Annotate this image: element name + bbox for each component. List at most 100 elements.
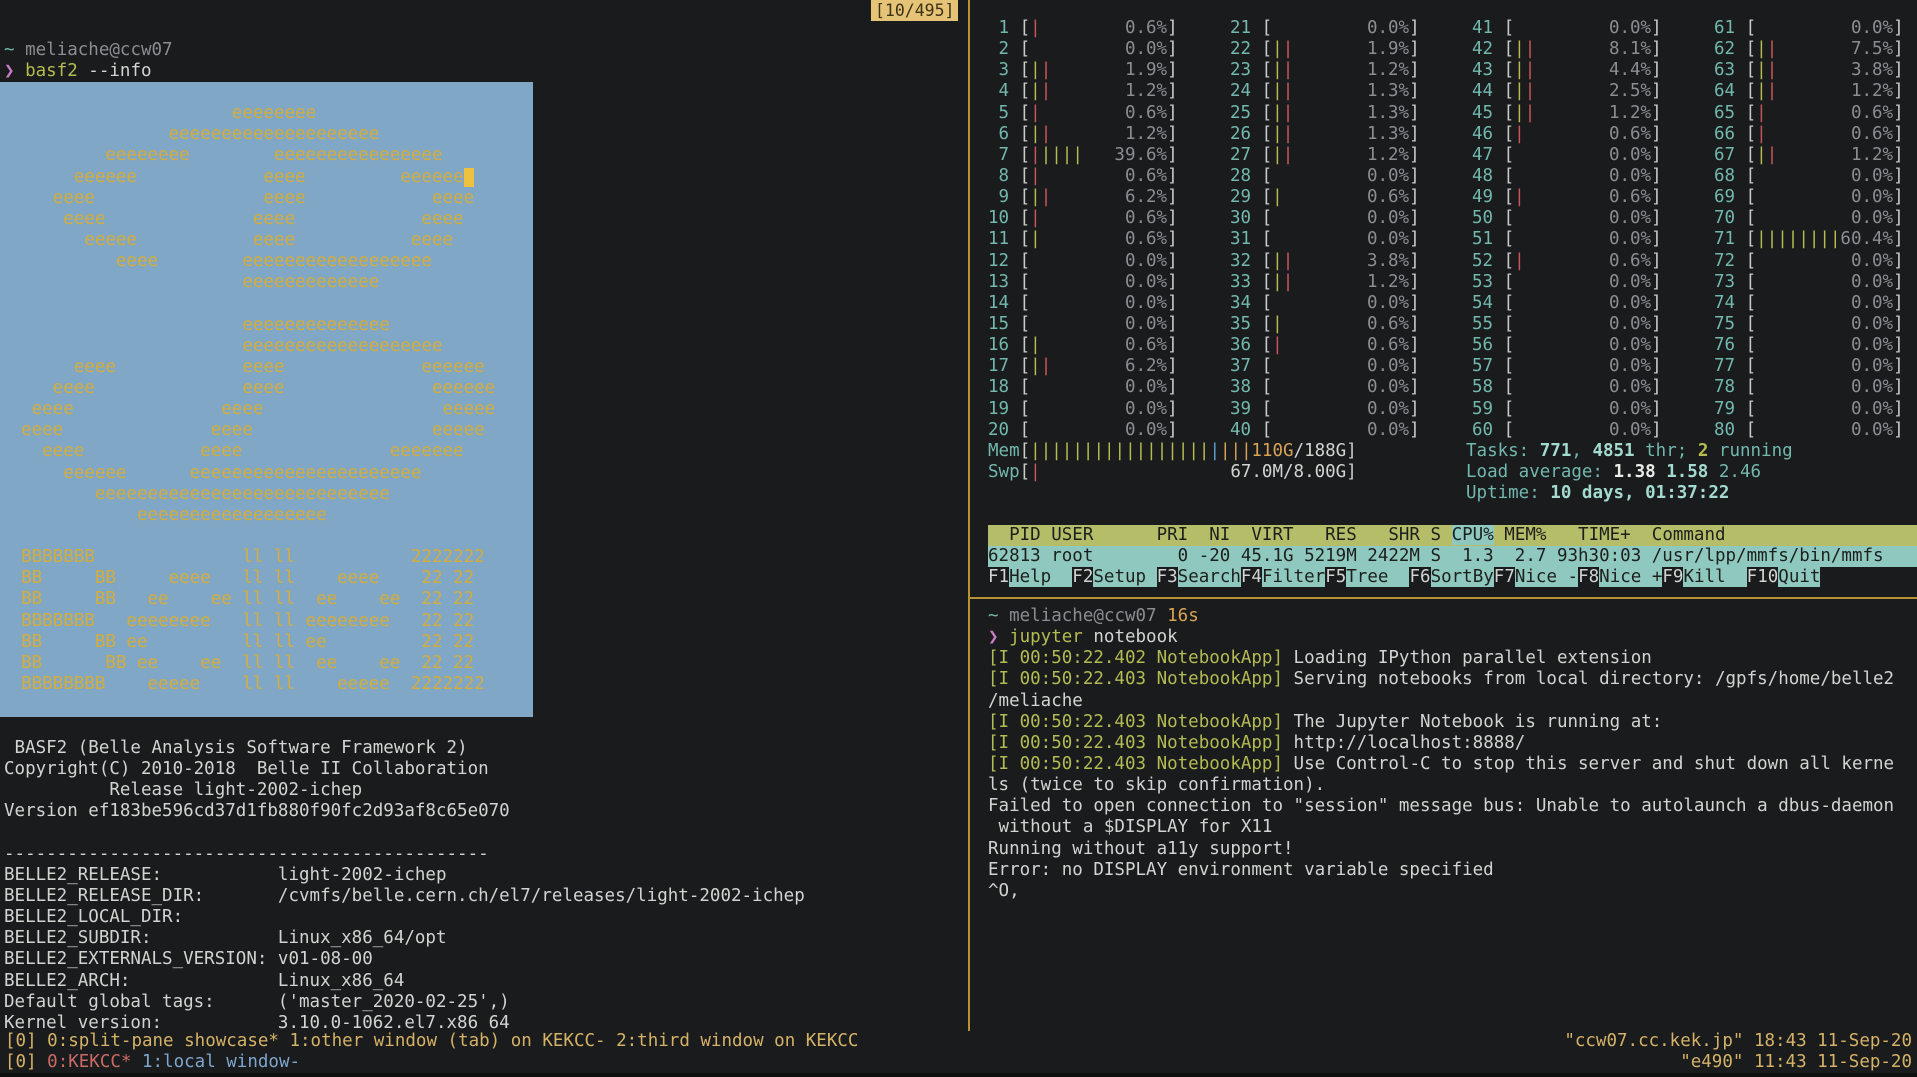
cpu-meter-row: 1 [|0.6%]21 [0.0%]41 [0.0%]61 [0.0%] [988, 18, 1917, 39]
fkey-f2[interactable]: F2Setup [1072, 567, 1156, 587]
cpu-percent: 0.6% [1609, 187, 1651, 208]
cpu-percent: 0.0% [1125, 293, 1167, 314]
cpu-percent: 1.2% [1125, 124, 1167, 145]
fkey-f4[interactable]: F4Filter [1241, 567, 1325, 587]
logo-line: BB BB eeee ll ll eeee 22 22 [0, 568, 533, 589]
pane-basf2[interactable]: ~ meliache@ccw07 ❯ basf2 --info [4, 40, 962, 82]
shell-command-basf2: ❯ basf2 --info [4, 61, 962, 82]
cpu-id: 9 [988, 187, 1009, 208]
info-line: BELLE2_ARCH: Linux_x86_64 [4, 971, 962, 992]
fkey-f5[interactable]: F5Tree [1325, 567, 1409, 587]
cpu-meter-row: 7 [|||||39.6%]27 [||1.2%]47 [0.0%]67 [||… [988, 145, 1917, 166]
cpu-meter: 30 [0.0%] [1230, 208, 1420, 229]
cpu-meter-row: 16 [|0.6%]36 [|0.6%]56 [0.0%]76 [0.0%] [988, 335, 1917, 356]
log-line: Failed to open connection to "session" m… [988, 796, 1917, 817]
swap-value: 67.0M/8.00G [1230, 462, 1346, 482]
cpu-id: 25 [1230, 103, 1251, 124]
cpu-meter-row: 14 [0.0%]34 [0.0%]54 [0.0%]74 [0.0%] [988, 293, 1917, 314]
cpu-meter: 37 [0.0%] [1230, 356, 1420, 377]
cpu-id: 77 [1714, 356, 1735, 377]
tmux-window-list-outer: [0] 0:split-pane showcase* 1:other windo… [5, 1031, 858, 1052]
info-line: BELLE2_RELEASE_DIR: /cvmfs/belle.cern.ch… [4, 886, 962, 907]
tmux-window-item[interactable]: 0:KEKCC* [47, 1052, 131, 1072]
cpu-id: 1 [988, 18, 1009, 39]
fkey-f7[interactable]: F7Nice - [1494, 567, 1578, 587]
fkey-f9[interactable]: F9Kill [1662, 567, 1746, 587]
cpu-meter-row: 20 [0.0%]40 [0.0%]60 [0.0%]80 [0.0%] [988, 420, 1917, 441]
fkey-f3[interactable]: F3Search [1157, 567, 1241, 587]
cpu-meter: 11 [|0.6%] [988, 229, 1178, 250]
cpu-percent: 6.2% [1125, 187, 1167, 208]
cpu-meter: 9 [||6.2%] [988, 187, 1178, 208]
cpu-percent: 0.0% [1125, 420, 1167, 441]
cpu-meter: 22 [||1.9%] [1230, 39, 1420, 60]
cpu-percent: 0.0% [1609, 377, 1651, 398]
cpu-percent: 0.0% [1609, 356, 1651, 377]
sort-column-cpu[interactable]: CPU% [1452, 525, 1494, 545]
logo-line: eeee eeee eeeee [0, 420, 533, 441]
cpu-meter: 73 [0.0%] [1714, 272, 1904, 293]
cpu-id: 72 [1714, 251, 1735, 272]
fkey-f6[interactable]: F6SortBy [1409, 567, 1493, 587]
cpu-meter: 8 [|0.6%] [988, 166, 1178, 187]
tmux-window-item[interactable]: 2:third window on KEKCC [606, 1031, 859, 1051]
cpu-meter: 50 [0.0%] [1472, 208, 1662, 229]
cpu-percent: 0.6% [1125, 166, 1167, 187]
cpu-percent: 8.1% [1609, 39, 1651, 60]
logo-line [0, 695, 533, 716]
cpu-percent: 0.0% [1367, 229, 1409, 250]
log-line: ^O, [988, 881, 1917, 902]
cpu-meter-row: 12 [0.0%]32 [||3.8%]52 [|0.6%]72 [0.0%] [988, 251, 1917, 272]
tmux-window-item[interactable]: 0:split-pane showcase* [47, 1031, 279, 1051]
cpu-id: 73 [1714, 272, 1735, 293]
cpu-id: 28 [1230, 166, 1251, 187]
cpu-id: 11 [988, 229, 1009, 250]
log-line: [I 00:50:22.403 NotebookApp] Use Control… [988, 754, 1917, 775]
pane-htop[interactable]: 1 [|0.6%]21 [0.0%]41 [0.0%]61 [0.0%]2 [0… [988, 18, 1917, 589]
tmux-vertical-border[interactable] [968, 0, 970, 1032]
cpu-percent: 1.2% [1125, 81, 1167, 102]
log-line: [I 00:50:22.403 NotebookApp] Serving not… [988, 669, 1917, 690]
cwd-tilde: ~ [4, 40, 15, 60]
tmux-window-item[interactable]: 1:local window- [131, 1052, 300, 1072]
cpu-meter: 49 [|0.6%] [1472, 187, 1662, 208]
cpu-meter: 77 [0.0%] [1714, 356, 1904, 377]
logo-line: eeeeeeeeeeeeeeeeeee [0, 336, 533, 357]
swap-label: Swp [988, 462, 1020, 482]
cpu-id: 41 [1472, 18, 1493, 39]
tmux-horizontal-border[interactable] [970, 597, 1917, 599]
tmux-window-item[interactable]: [0] [5, 1052, 47, 1072]
htop-table-header[interactable]: PID USER PRI NI VIRT RES SHR S CPU% MEM%… [988, 525, 1917, 546]
shell-prompt: ~ meliache@ccw07 [4, 40, 962, 61]
tmux-window-list-inner: [0] 0:KEKCC* 1:local window- [5, 1052, 300, 1073]
cpu-id: 47 [1472, 145, 1493, 166]
cpu-meter: 78 [0.0%] [1714, 377, 1904, 398]
htop-process-row[interactable]: 62813 root 0 -20 45.1G 5219M 2422M S 1.3… [988, 546, 1917, 567]
cpu-meter: 27 [||1.2%] [1230, 145, 1420, 166]
fkey-f1[interactable]: F1Help [988, 567, 1072, 587]
fkey-f10[interactable]: F10Quit [1747, 567, 1821, 587]
cpu-percent: 0.6% [1367, 314, 1409, 335]
cpu-meter: 66 [|0.6%] [1714, 124, 1904, 145]
cpu-meter-row: 2 [0.0%]22 [||1.9%]42 [||8.1%]62 [||7.5%… [988, 39, 1917, 60]
logo-line: BBBBBBB ll ll 2222222 [0, 547, 533, 568]
cpu-id: 51 [1472, 229, 1493, 250]
cpu-meter: 41 [0.0%] [1472, 18, 1662, 39]
cpu-meter-row: 3 [||1.9%]23 [||1.2%]43 [||4.4%]63 [||3.… [988, 60, 1917, 81]
cpu-id: 55 [1472, 314, 1493, 335]
info-line: Release light-2002-ichep [4, 780, 962, 801]
info-line: BELLE2_RELEASE: light-2002-ichep [4, 865, 962, 886]
logo-line: eeee eeeeeeeeeeeeeeeeee [0, 251, 533, 272]
logo-line: BBBBBBB eeeeeeee ll ll eeeeeeee 22 22 [0, 611, 533, 632]
cpu-meter: 63 [||3.8%] [1714, 60, 1904, 81]
pane-jupyter[interactable]: ~ meliache@ccw07 16s❯ jupyter notebook[I… [988, 606, 1917, 902]
prompt-chevron-icon: ❯ [988, 627, 1009, 647]
tmux-window-item[interactable]: [0] [5, 1031, 47, 1051]
terminal-cursor [464, 168, 475, 187]
cpu-percent: 0.0% [1125, 272, 1167, 293]
tmux-window-item[interactable]: 1:other window (tab) on KEKCC- [279, 1031, 606, 1051]
cpu-id: 19 [988, 399, 1009, 420]
cpu-id: 49 [1472, 187, 1493, 208]
fkey-f8[interactable]: F8Nice + [1578, 567, 1662, 587]
cpu-percent: 0.0% [1367, 420, 1409, 441]
